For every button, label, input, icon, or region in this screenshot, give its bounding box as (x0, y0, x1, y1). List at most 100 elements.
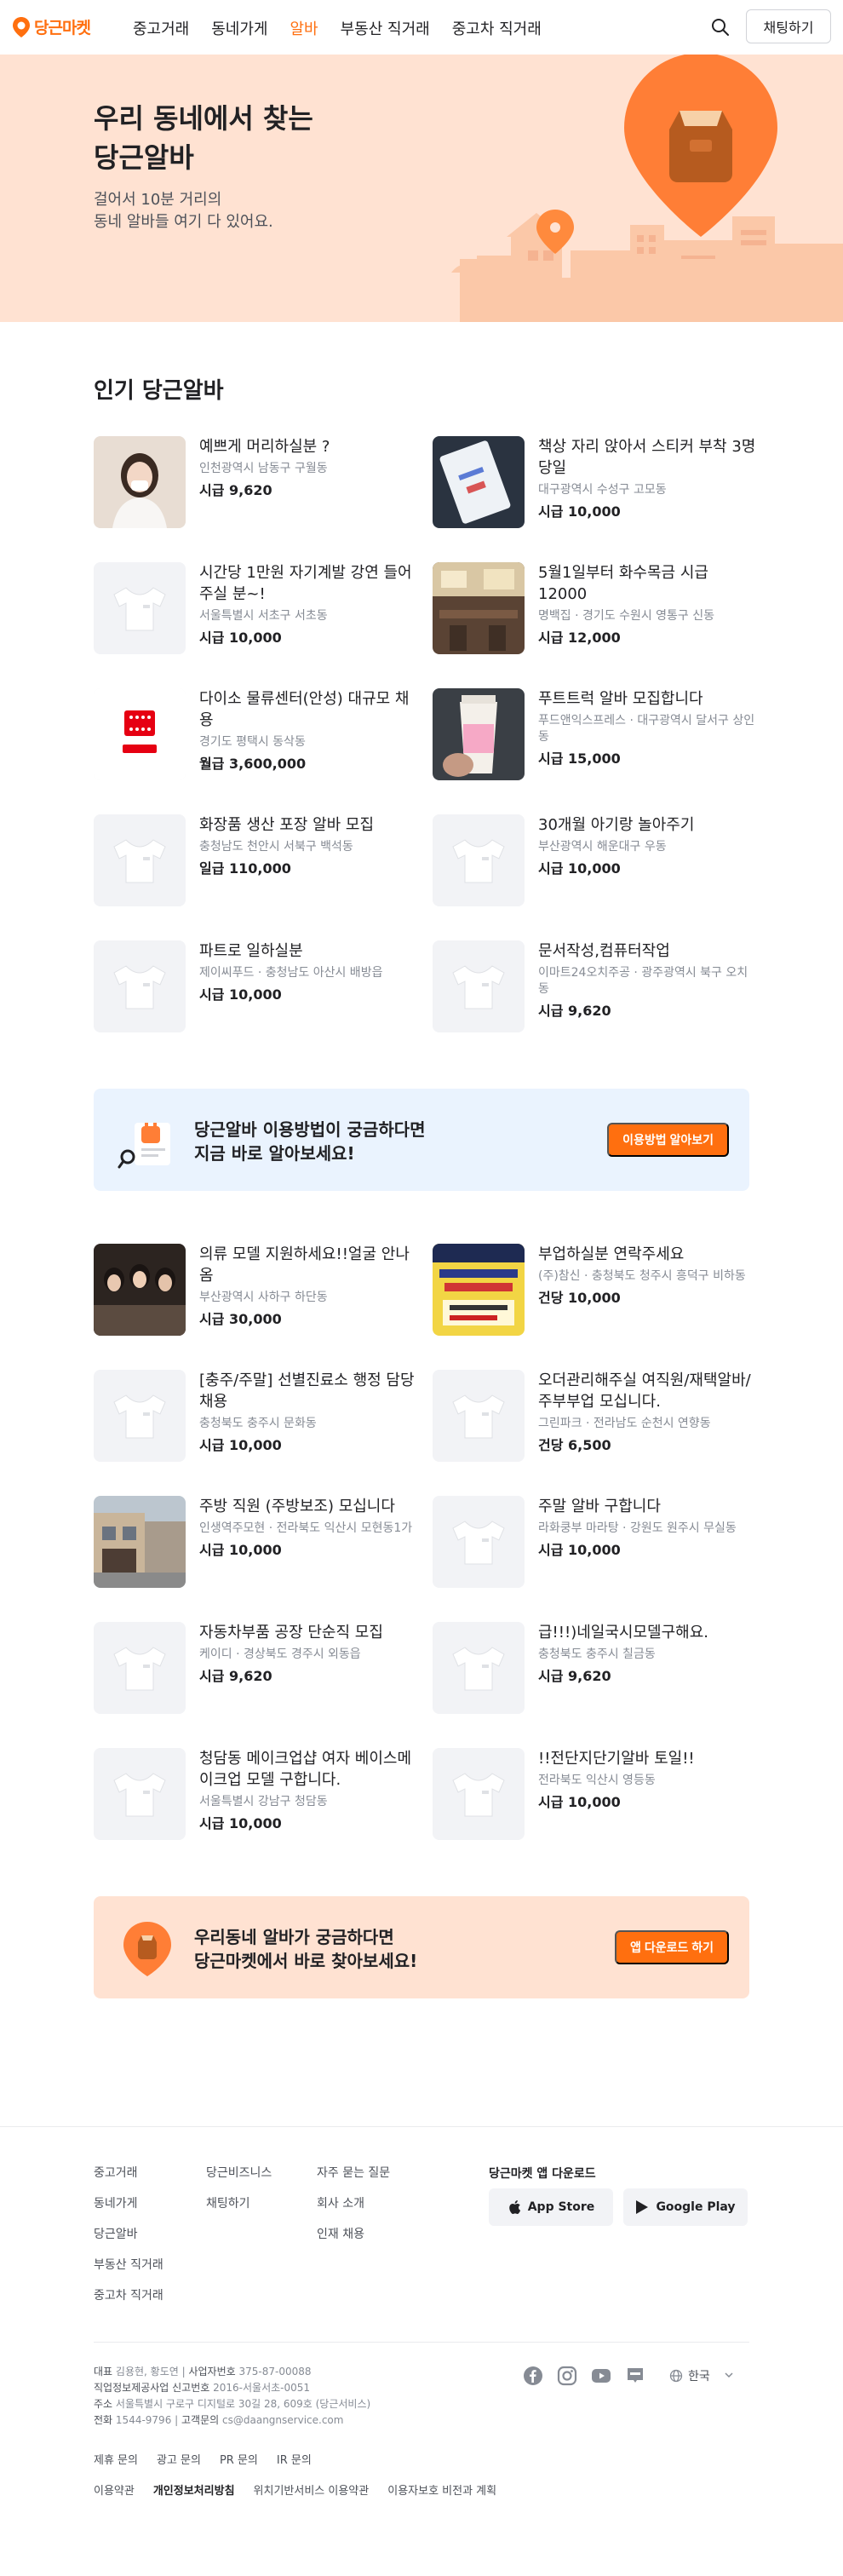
job-info: 책상 자리 앉아서 스티커 부착 3명 당일 대구광역시 수성구 고모동 시급 10… (538, 436, 756, 521)
job-card[interactable]: 주방 직원 (주방보조) 모십니다 인생역주모현 · 전라북도 익산시 모현동1가… (94, 1496, 417, 1598)
app-download-banner[interactable]: 우리동네 알바가 궁금하다면 당근마켓에서 바로 찾아보세요! 앱 다운로드 하… (94, 1896, 749, 1998)
job-info: 다이소 물류센터(안성) 대규모 채용 경기도 평택시 동삭동 월급 3,600,0… (199, 688, 417, 773)
nav-item-jobs[interactable]: 알바 (290, 17, 318, 39)
job-title: 예쁘게 머리하실분 ? (199, 438, 330, 456)
job-card[interactable]: [충주/주말] 선별진료소 행정 담당채용 충청북도 충주시 문화동 시급 10,0… (94, 1370, 417, 1472)
job-thumbnail (433, 436, 525, 528)
job-title: 급!!!)네일국시모델구해요. (538, 1624, 708, 1642)
info-value: 375-87-00088 (238, 2366, 312, 2378)
nav-item-used-trade[interactable]: 중고거래 (133, 17, 189, 39)
footer-col-business: 당근비즈니스 채팅하기 (206, 2165, 272, 2226)
language-selector[interactable]: 한국 (669, 2367, 734, 2384)
job-pay: 시급 9,620 (199, 1668, 272, 1684)
chat-button[interactable]: 채팅하기 (746, 9, 831, 43)
job-title: 오더관리해주실 여직원/재택알바/주부부업 모십니다. (538, 1371, 751, 1411)
job-pay: 시급 30,000 (199, 1311, 282, 1327)
job-card[interactable]: 30개월 아기랑 놀아주기 부산광역시 해운대구 우동 시급 10,000 (433, 814, 756, 917)
job-card[interactable]: 문서작성,컴퓨터작업 이마트24오치주공 · 광주광역시 북구 오치동 시급 9,6… (433, 940, 756, 1043)
job-title: 다이소 물류센터(안성) 대규모 채용 (199, 690, 410, 729)
footer: 중고거래 동네가게 당근알바 부동산 직거래 중고차 직거래 당근비즈니스 채팅… (0, 2126, 843, 2576)
daangn-logo[interactable]: 당근마켓 (12, 15, 91, 38)
nav-item-realty[interactable]: 부동산 직거래 (341, 17, 430, 39)
job-thumbnail (433, 562, 525, 654)
footer-link[interactable]: 동네가게 (94, 2195, 163, 2226)
job-thumbnail (94, 1244, 186, 1336)
google-play-icon (636, 2200, 649, 2214)
job-info: 자동차부품 공장 단순직 모집 케이디 · 경상북도 경주시 외동읍 시급 9,62… (199, 1622, 417, 1686)
footer-link[interactable]: 이용자보호 비전과 계획 (387, 2481, 496, 2498)
job-card[interactable]: 5월1일부터 화수목금 시급12000 명백집 · 경기도 수원시 영통구 신동 시… (433, 562, 756, 664)
info-label: 사업자번호 (188, 2366, 236, 2378)
nav-item-used-car[interactable]: 중고차 직거래 (452, 17, 542, 39)
footer-link[interactable]: 이용약관 (94, 2481, 135, 2498)
job-pay: 시급 12,000 (538, 630, 621, 646)
job-thumbnail (433, 1622, 525, 1714)
job-location: 제이씨푸드 · 충청남도 아산시 배방읍 (199, 966, 383, 980)
job-title: 의류 모델 지원하세요!!얼굴 안나옴 (199, 1245, 410, 1285)
footer-link[interactable]: 당근알바 (94, 2226, 163, 2257)
job-card[interactable]: 다이소 물류센터(안성) 대규모 채용 경기도 평택시 동삭동 월급 3,600,0… (94, 688, 417, 791)
job-card[interactable]: 의류 모델 지원하세요!!얼굴 안나옴 부산광역시 사하구 하단동 시급 30,00… (94, 1244, 417, 1346)
job-card[interactable]: !!전단지단기알바 토일!! 전라북도 익산시 영등동 시급 10,000 (433, 1748, 756, 1850)
footer-link[interactable]: 광고 문의 (157, 2451, 201, 2467)
footer-link[interactable]: 채팅하기 (206, 2195, 272, 2226)
blog-icon[interactable] (625, 2366, 645, 2386)
job-card[interactable]: 급!!!)네일국시모델구해요. 충청북도 충주시 칠금동 시급 9,620 (433, 1622, 756, 1724)
job-thumbnail (433, 688, 525, 780)
job-title: 5월1일부터 화수목금 시급12000 (538, 564, 708, 603)
job-card[interactable]: 자동차부품 공장 단순직 모집 케이디 · 경상북도 경주시 외동읍 시급 9,62… (94, 1622, 417, 1724)
footer-link[interactable]: 중고차 직거래 (94, 2287, 163, 2318)
job-pay: 시급 10,000 (538, 860, 621, 877)
footer-link[interactable]: 당근비즈니스 (206, 2165, 272, 2195)
footer-link[interactable]: 자주 묻는 질문 (317, 2165, 390, 2195)
job-location: 서울특별시 강남구 청담동 (199, 1795, 328, 1808)
job-pay: 시급 9,620 (538, 1003, 611, 1019)
job-card[interactable]: 파트로 일하실분 제이씨푸드 · 충청남도 아산시 배방읍 시급 10,000 (94, 940, 417, 1043)
language-label: 한국 (688, 2370, 710, 2383)
job-card[interactable]: 시간당 1만원 자기계발 강연 들어주실 분~! 서울특별시 서초구 서초동 시급 … (94, 562, 417, 664)
hero-banner: 우리 동네에서 찾는 당근알바 걸어서 10분 거리의 동네 알바들 여기 다 … (0, 55, 843, 322)
how-to-banner[interactable]: 당근알바 이용방법이 궁금하다면 지금 바로 알아보세요! 이용방법 알아보기 (94, 1089, 749, 1191)
youtube-icon[interactable] (591, 2366, 611, 2386)
job-info: 의류 모델 지원하세요!!얼굴 안나옴 부산광역시 사하구 하단동 시급 30,00… (199, 1244, 417, 1329)
job-card[interactable]: 부업하실분 연락주세요 (주)참신 · 충청북도 청주시 흥덕구 비하동 건당 10… (433, 1244, 756, 1346)
job-thumbnail (433, 1496, 525, 1588)
app-banner-text: 우리동네 알바가 궁금하다면 당근마켓에서 바로 찾아보세요! (194, 1927, 418, 1971)
footer-link[interactable]: IR 문의 (277, 2451, 312, 2467)
footer-link[interactable]: PR 문의 (220, 2451, 258, 2467)
google-play-button[interactable]: Google Play (623, 2188, 748, 2226)
app-download-title: 당근마켓 앱 다운로드 (489, 2167, 596, 2181)
footer-link[interactable]: 개인정보처리방침 (153, 2481, 235, 2498)
footer-link[interactable]: 회사 소개 (317, 2195, 390, 2226)
footer-link[interactable]: 위치기반서비스 이용약관 (254, 2481, 370, 2498)
footer-policy-links: 이용약관 개인정보처리방침 위치기반서비스 이용약관 이용자보호 비전과 계획 (94, 2481, 496, 2498)
facebook-icon[interactable] (523, 2366, 543, 2386)
job-thumbnail (94, 436, 186, 528)
top-header: 당근마켓 중고거래 동네가게 알바 부동산 직거래 중고차 직거래 채팅하기 (0, 0, 843, 55)
footer-link[interactable]: 부동산 직거래 (94, 2257, 163, 2287)
job-info: 파트로 일하실분 제이씨푸드 · 충청남도 아산시 배방읍 시급 10,000 (199, 940, 417, 1004)
app-download-button[interactable]: 앱 다운로드 하기 (615, 1930, 729, 1964)
footer-link[interactable]: 인재 채용 (317, 2226, 390, 2257)
footer-link[interactable]: 중고거래 (94, 2165, 163, 2195)
info-label: 주소 (94, 2398, 113, 2410)
job-card[interactable]: 책상 자리 앉아서 스티커 부착 3명 당일 대구광역시 수성구 고모동 시급 10… (433, 436, 756, 538)
job-card[interactable]: 청담동 메이크업샵 여자 베이스메이크업 모델 구합니다. 서울특별시 강남구 청… (94, 1748, 417, 1850)
search-icon[interactable] (708, 15, 732, 39)
job-card[interactable]: 주말 알바 구합니다 라화쿵부 마라탕 · 강원도 원주시 무실동 시급 10,00… (433, 1496, 756, 1598)
app-store-button[interactable]: App Store (489, 2188, 613, 2226)
job-card[interactable]: 오더관리해주실 여직원/재택알바/주부부업 모십니다. 그린파크 · 전라남도 순… (433, 1370, 756, 1472)
nav-item-local-store[interactable]: 동네가게 (211, 17, 267, 39)
job-title: 화장품 생산 포장 알바 모집 (199, 816, 375, 834)
footer-divider (94, 2342, 749, 2343)
job-location: 전라북도 익산시 영등동 (538, 1774, 656, 1787)
how-to-button[interactable]: 이용방법 알아보기 (607, 1123, 729, 1157)
job-title: 파트로 일하실분 (199, 942, 303, 960)
instagram-icon[interactable] (557, 2366, 577, 2386)
job-card[interactable]: 화장품 생산 포장 알바 모집 충청남도 천안시 서북구 백석동 일급 110,00… (94, 814, 417, 917)
job-card[interactable]: 푸트트럭 알바 모집합니다 푸드앤익스프레스 · 대구광역시 달서구 상인동 시급 … (433, 688, 756, 791)
footer-link[interactable]: 제휴 문의 (94, 2451, 138, 2467)
job-card[interactable]: 예쁘게 머리하실분 ? 인천광역시 남동구 구월동 시급 9,620 (94, 436, 417, 538)
job-location: 이마트24오치주공 · 광주광역시 북구 오치동 (538, 966, 748, 996)
info-label: 전화 (94, 2414, 113, 2426)
